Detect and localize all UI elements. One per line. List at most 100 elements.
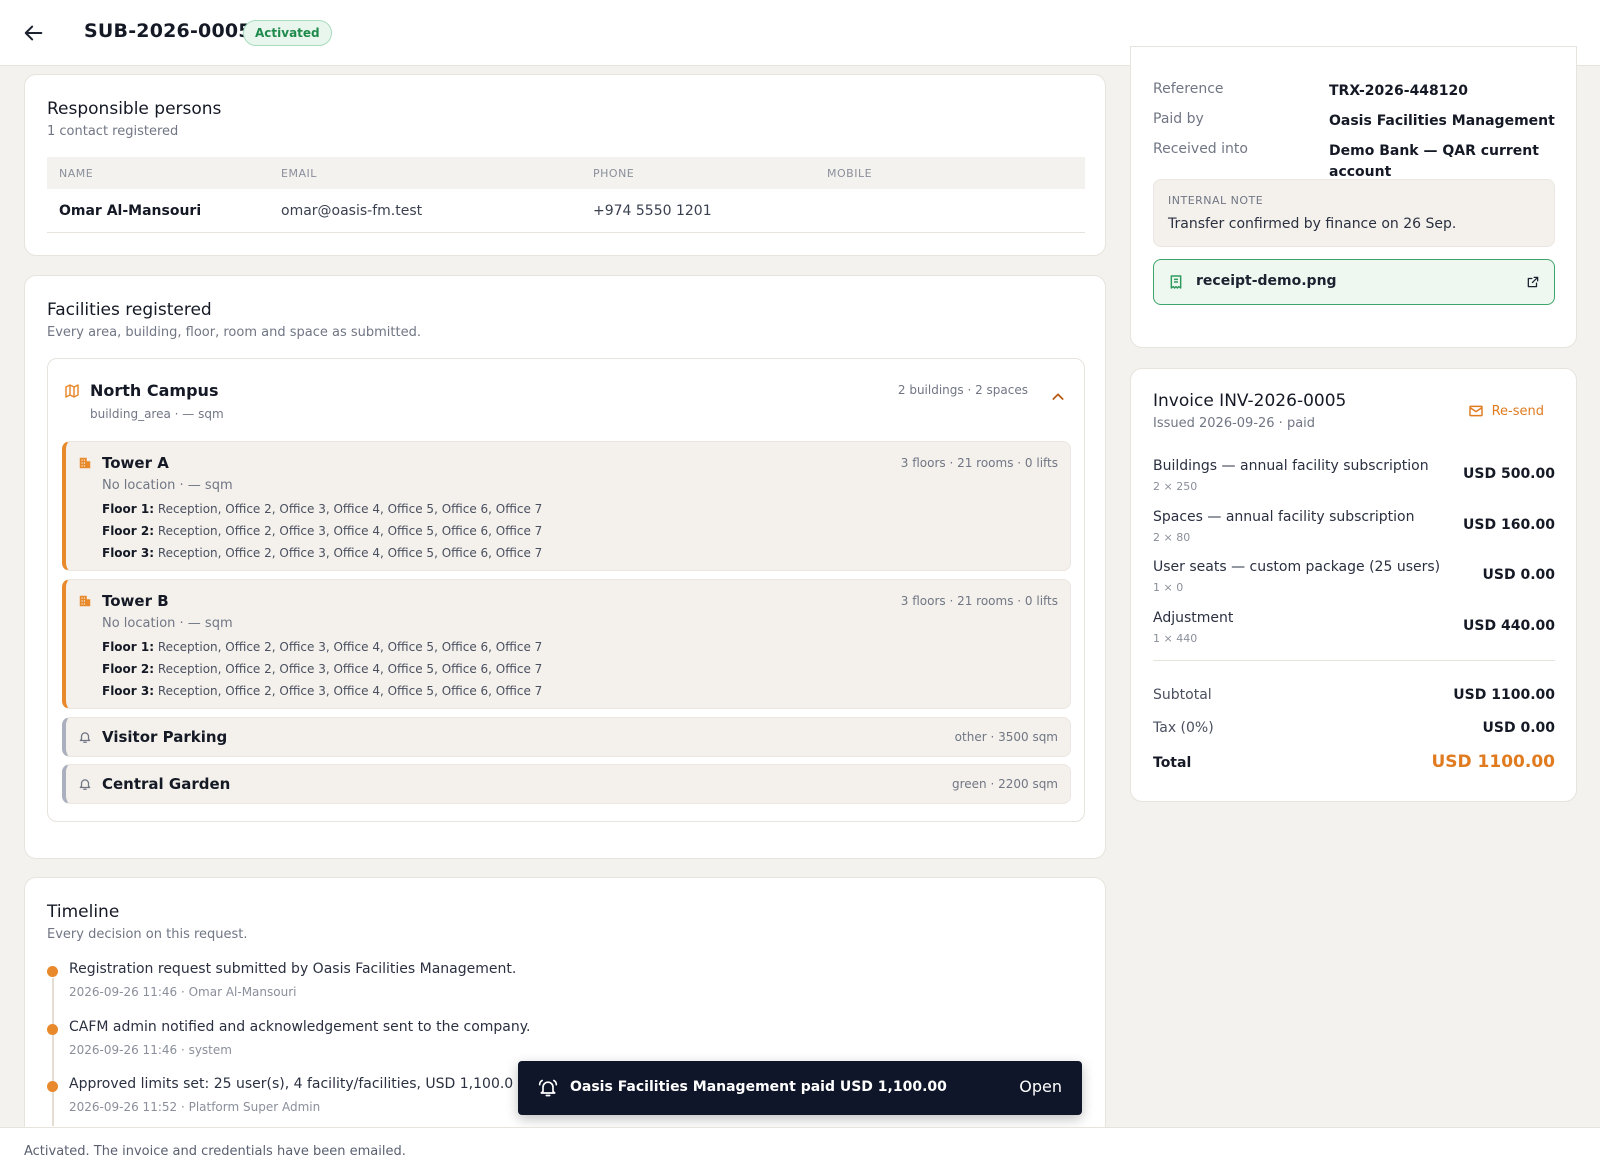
paid-by-value: Oasis Facilities Management — [1329, 113, 1555, 129]
line-item-amount: USD 500.00 — [1463, 466, 1555, 482]
resend-button[interactable]: Re-send — [1468, 403, 1544, 419]
facilities-card: Facilities registered Every area, buildi… — [24, 275, 1106, 859]
line-item-name: Adjustment — [1153, 610, 1234, 626]
building-meta: No location · — sqm — [102, 478, 233, 493]
floor-label: Floor 1: — [102, 502, 155, 516]
notification-toast: Oasis Facilities Management paid USD 1,1… — [518, 1061, 1082, 1115]
bell-ring-icon — [538, 1079, 558, 1097]
paid-by-label: Paid by — [1153, 111, 1204, 127]
contacts-title: Responsible persons — [47, 99, 222, 119]
tax-value: USD 0.00 — [1482, 720, 1556, 736]
tax-label: Tax (0%) — [1153, 720, 1214, 736]
subtotal-label: Subtotal — [1153, 687, 1212, 703]
building-tower-b: Tower B No location · — sqm 3 floors · 2… — [62, 579, 1071, 709]
building-meta: No location · — sqm — [102, 616, 233, 631]
column-header-mobile: MOBILE — [827, 166, 873, 180]
chevron-up-icon[interactable] — [1050, 389, 1066, 405]
building-count: 3 floors · 21 rooms · 0 lifts — [900, 456, 1058, 470]
line-item-amount: USD 0.00 — [1482, 567, 1556, 583]
line-item-name: Spaces — annual facility subscription — [1153, 509, 1415, 525]
map-icon — [65, 384, 79, 398]
event-text: CAFM admin notified and acknowledgement … — [69, 1019, 531, 1035]
contacts-card: Responsible persons 1 contact registered… — [24, 74, 1106, 256]
facilities-title: Facilities registered — [47, 300, 212, 320]
invoice-subtitle: Issued 2026-09-26 · paid — [1153, 416, 1316, 431]
building-name: Tower B — [102, 592, 169, 610]
timeline-dot — [47, 1081, 58, 1092]
invoice-divider — [1153, 660, 1555, 661]
status-badge: Activated — [243, 20, 332, 46]
floor-rooms: Reception, Office 2, Office 3, Office 4,… — [157, 640, 543, 654]
floor-row: Floor 2: Reception, Office 2, Office 3, … — [102, 524, 542, 538]
floor-row: Floor 1: Reception, Office 2, Office 3, … — [102, 502, 542, 516]
campus-panel: North Campus building_area · — sqm 2 bui… — [47, 358, 1085, 822]
space-name: Central Garden — [102, 775, 231, 793]
resend-label: Re-send — [1491, 403, 1544, 419]
received-into-label: Received into — [1153, 141, 1248, 157]
floor-rooms: Reception, Office 2, Office 3, Office 4,… — [157, 502, 543, 516]
toast-message: Oasis Facilities Management paid USD 1,1… — [570, 1079, 947, 1095]
floor-rooms: Reception, Office 2, Office 3, Office 4,… — [157, 524, 543, 538]
contact-name: Omar Al-Mansouri — [59, 202, 202, 219]
space-central-garden: Central Garden green · 2200 sqm — [62, 764, 1071, 804]
floor-label: Floor 3: — [102, 546, 155, 560]
timeline-title: Timeline — [47, 902, 120, 922]
building-name: Tower A — [102, 454, 169, 472]
status-message: Activated. The invoice and credentials h… — [24, 1144, 406, 1159]
subtotal-value: USD 1100.00 — [1453, 687, 1555, 703]
event-meta: 2026-09-26 11:46 · system — [69, 1043, 232, 1057]
floor-row: Floor 1: Reception, Office 2, Office 3, … — [102, 640, 542, 654]
floor-label: Floor 2: — [102, 524, 155, 538]
line-item-qty: 2 × 250 — [1153, 480, 1198, 493]
space-visitor-parking: Visitor Parking other · 3500 sqm — [62, 717, 1071, 757]
reference-value: TRX-2026-448120 — [1329, 83, 1469, 99]
receipt-link[interactable]: receipt-demo.png — [1153, 259, 1555, 305]
floor-rooms: Reception, Office 2, Office 3, Office 4,… — [157, 684, 543, 698]
timeline-dot — [47, 1024, 58, 1035]
floor-label: Floor 3: — [102, 684, 155, 698]
line-item-qty: 1 × 0 — [1153, 581, 1184, 594]
invoice-title: Invoice INV-2026-0005 — [1153, 391, 1347, 411]
timeline-line — [52, 978, 54, 1126]
receipt-icon — [1170, 275, 1182, 289]
space-meta: green · 2200 sqm — [951, 777, 1058, 791]
floor-label: Floor 1: — [102, 640, 155, 654]
building-icon — [79, 457, 91, 469]
line-item-name: Buildings — annual facility subscription — [1153, 458, 1429, 474]
campus-name: North Campus — [90, 381, 219, 400]
contacts-subtitle: 1 contact registered — [47, 124, 179, 139]
space-name: Visitor Parking — [102, 728, 228, 746]
column-header-email: EMAIL — [281, 166, 317, 180]
line-item-amount: USD 160.00 — [1463, 517, 1555, 533]
toast-open-button[interactable]: Open — [1019, 1077, 1062, 1096]
back-button[interactable] — [18, 17, 50, 49]
page-title: SUB-2026-0005 — [84, 20, 252, 42]
total-value: USD 1100.00 — [1431, 752, 1555, 772]
event-text: Registration request submitted by Oasis … — [69, 961, 517, 977]
receipt-filename: receipt-demo.png — [1196, 273, 1337, 289]
reference-label: Reference — [1153, 81, 1224, 97]
bell-icon — [79, 732, 91, 743]
line-item-amount: USD 440.00 — [1463, 618, 1555, 634]
event-text: Approved limits set: 25 user(s), 4 facil… — [69, 1076, 514, 1092]
floor-row: Floor 2: Reception, Office 2, Office 3, … — [102, 662, 542, 676]
facilities-subtitle: Every area, building, floor, room and sp… — [47, 325, 421, 340]
status-bar: Activated. The invoice and credentials h… — [0, 1127, 1600, 1176]
floor-row: Floor 3: Reception, Office 2, Office 3, … — [102, 684, 542, 698]
event-meta: 2026-09-26 11:46 · Omar Al-Mansouri — [69, 985, 297, 999]
contact-phone: +974 5550 1201 — [593, 202, 712, 219]
total-label: Total — [1153, 755, 1192, 771]
floor-row: Floor 3: Reception, Office 2, Office 3, … — [102, 546, 542, 560]
column-header-name: NAME — [59, 166, 94, 180]
invoice-card: Invoice INV-2026-0005 Issued 2026-09-26 … — [1130, 368, 1577, 802]
note-text: Transfer confirmed by finance on 26 Sep. — [1168, 216, 1457, 232]
building-icon — [79, 595, 91, 607]
space-meta: other · 3500 sqm — [954, 730, 1058, 744]
timeline-subtitle: Every decision on this request. — [47, 927, 248, 942]
mail-icon — [1468, 405, 1483, 417]
event-meta: 2026-09-26 11:52 · Platform Super Admin — [69, 1100, 321, 1114]
bell-icon — [79, 779, 91, 790]
internal-note: INTERNAL NOTE Transfer confirmed by fina… — [1153, 179, 1555, 247]
table-header: NAME EMAIL PHONE MOBILE — [47, 157, 1085, 189]
line-item-name: User seats — custom package (25 users) — [1153, 559, 1441, 575]
